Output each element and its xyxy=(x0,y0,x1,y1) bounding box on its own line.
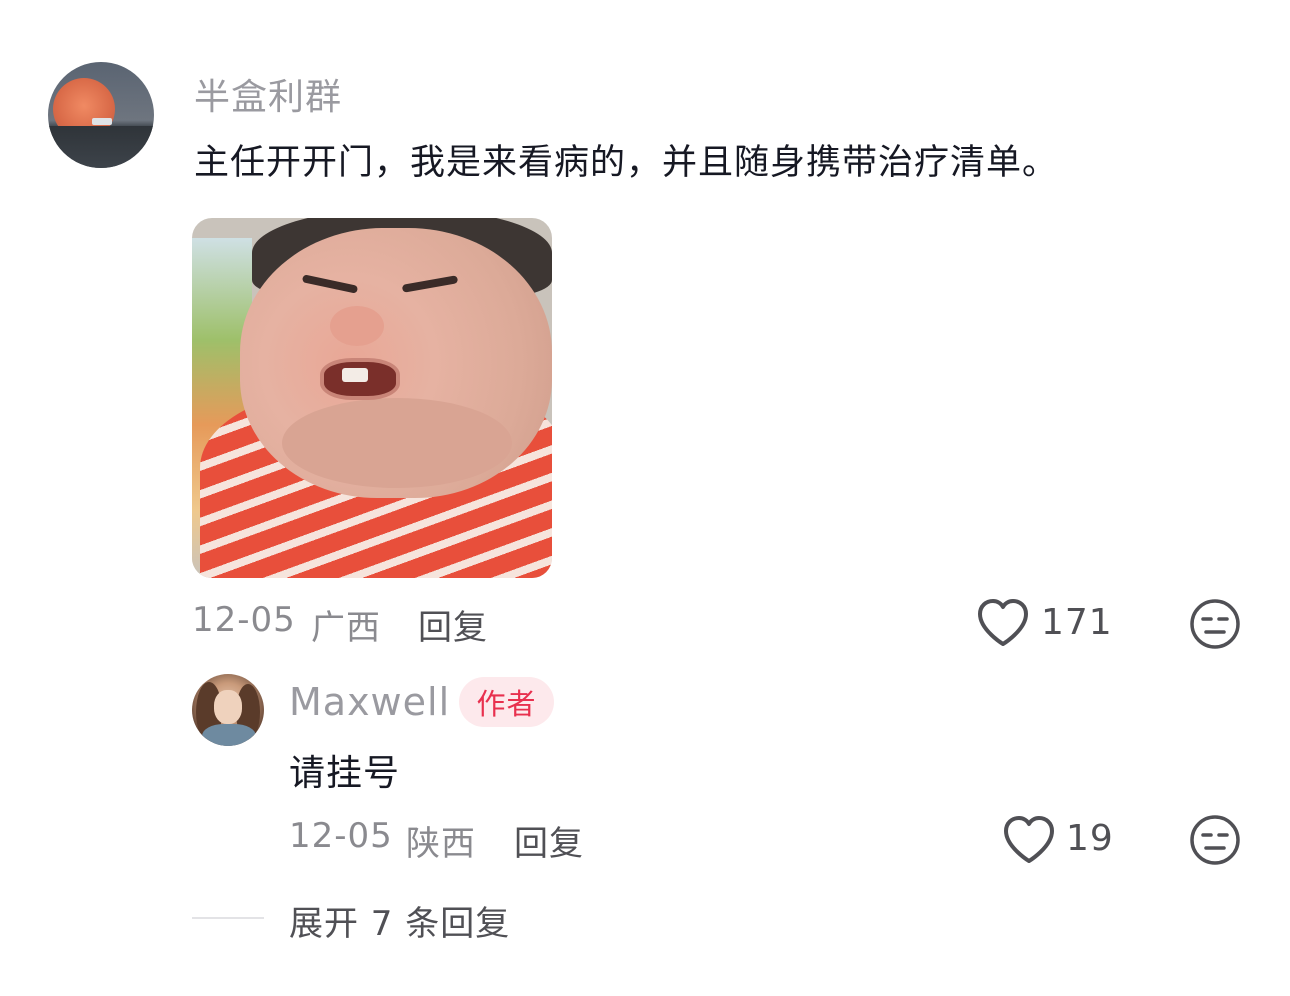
meh-face-icon[interactable] xyxy=(1189,814,1241,866)
meh-face-icon[interactable] xyxy=(1189,598,1241,650)
avatar-sea xyxy=(48,126,154,168)
reply-date: 12-05 xyxy=(289,816,393,856)
comment-location: 广西 xyxy=(311,608,381,648)
reply-location: 陕西 xyxy=(406,824,476,864)
comment-avatar[interactable] xyxy=(48,62,154,168)
reply-like-count: 19 xyxy=(1066,818,1114,859)
heart-icon[interactable] xyxy=(1002,815,1056,865)
comment-like-count: 171 xyxy=(1041,602,1113,643)
avatar-car xyxy=(92,118,112,125)
expand-replies-button[interactable]: 展开 7 条回复 xyxy=(289,896,510,945)
reply-text: 请挂号 xyxy=(289,753,401,794)
author-badge: 作者 xyxy=(459,677,554,727)
comment-sticker-image[interactable] xyxy=(192,218,552,578)
comment-text: 主任开开门，我是来看病的，并且随身携带治疗清单。 xyxy=(194,143,1059,183)
comment-date: 12-05 xyxy=(192,600,296,640)
comment-username[interactable]: 半盒利群 xyxy=(194,68,342,120)
reply-username[interactable]: Maxwell xyxy=(289,680,450,724)
reply-avatar[interactable] xyxy=(192,674,264,746)
expand-divider xyxy=(192,917,264,919)
reply-reply-button[interactable]: 回复 xyxy=(514,816,584,865)
heart-icon[interactable] xyxy=(976,598,1030,648)
comment-reply-button[interactable]: 回复 xyxy=(418,600,488,649)
